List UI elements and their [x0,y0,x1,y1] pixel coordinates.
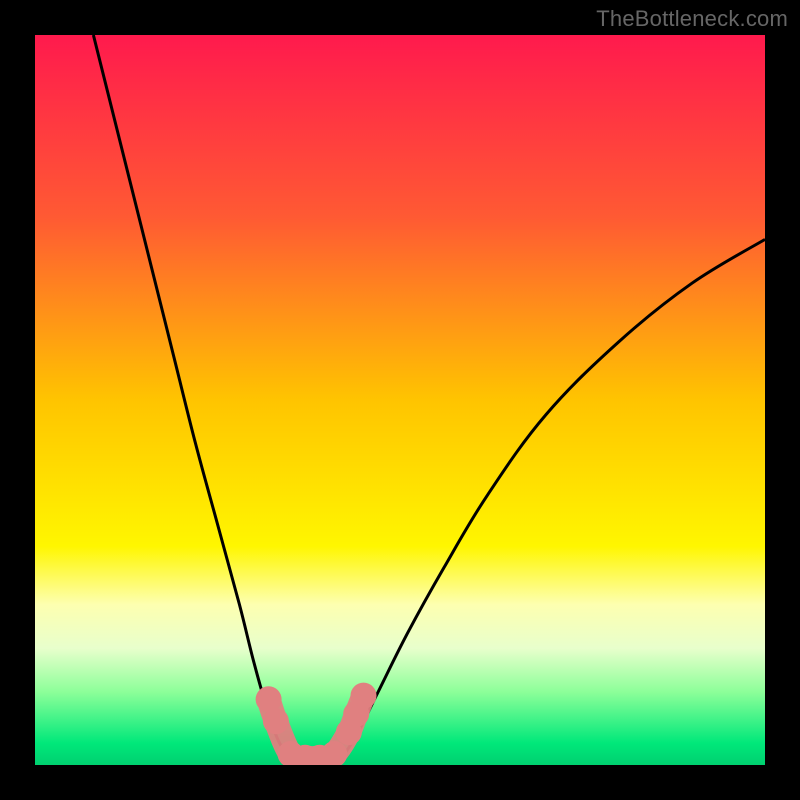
chart-background [35,35,765,765]
marker-bead [351,683,377,709]
marker-bead [263,708,289,734]
chart-svg [35,35,765,765]
chart-plot-area [35,35,765,765]
watermark-text: TheBottleneck.com [596,6,788,32]
